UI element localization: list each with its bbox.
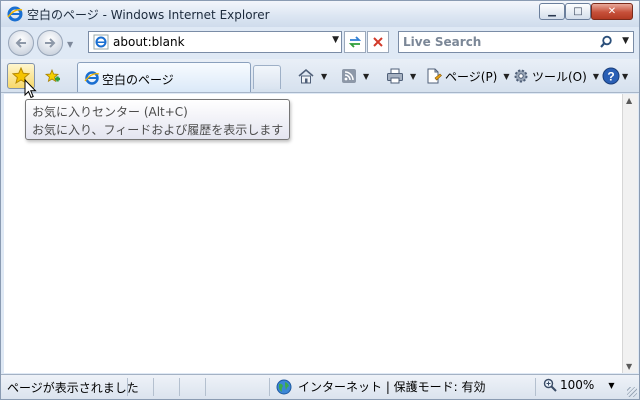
browser-window: 空白のページ - Windows Internet Explorer ▁ □ ✕…: [0, 0, 640, 400]
page-ie-icon: [93, 34, 109, 50]
tools-menu-button[interactable]: ツール(O) ▼: [513, 67, 599, 85]
address-bar[interactable]: about:blank ▼: [88, 31, 342, 53]
navigation-bar: ▼ about:blank ▼ Live Search ▼: [1, 27, 639, 59]
stop-button[interactable]: [367, 31, 389, 53]
search-box[interactable]: Live Search ▼: [398, 31, 634, 53]
tools-menu-label: ツール(O): [532, 69, 587, 84]
tab-label: 空白のページ: [102, 73, 174, 87]
address-dropdown-icon[interactable]: ▼: [332, 35, 339, 45]
status-bar: ページが表示されました インターネット | 保護モード: 有効 100% ▼: [1, 374, 639, 399]
search-placeholder: Live Search: [403, 35, 482, 49]
home-dropdown-icon[interactable]: ▼: [321, 72, 327, 81]
print-dropdown-icon[interactable]: ▼: [410, 72, 416, 81]
add-favorites-button[interactable]: [41, 65, 63, 87]
close-icon: ✕: [607, 6, 617, 17]
search-icon[interactable]: [599, 35, 613, 49]
add-favorite-icon: [44, 68, 60, 83]
globe-icon: [276, 379, 292, 394]
tab-blank-page[interactable]: 空白のページ: [77, 62, 251, 92]
help-icon: ?: [602, 67, 620, 85]
command-bar: 空白のページ ▼ ▼ ▼ ページ(P) ▼ ツール(O) ▼ ? ▼: [1, 59, 639, 93]
resize-grip[interactable]: [627, 387, 637, 397]
ie-logo-icon: [7, 6, 23, 22]
page-dropdown-icon[interactable]: ▼: [503, 72, 509, 81]
favorites-center-tooltip: お気に入りセンター (Alt+C) お気に入り、フィードおよび履歴を表示します: [25, 99, 290, 140]
status-separator: [535, 378, 536, 396]
zoom-control[interactable]: 100% ▼: [543, 378, 614, 392]
zone-label: インターネット | 保護モード: 有効: [298, 380, 486, 394]
caption-buttons: ▁ □ ✕: [539, 3, 633, 20]
minimize-button[interactable]: ▁: [539, 3, 565, 20]
rss-feed-icon: [342, 69, 356, 83]
page-icon: [427, 68, 442, 84]
security-zone[interactable]: インターネット | 保護モード: 有効: [276, 378, 486, 395]
page-menu-label: ページ(P): [445, 69, 498, 84]
title-bar[interactable]: 空白のページ - Windows Internet Explorer ▁ □ ✕: [1, 1, 639, 27]
svg-text:?: ?: [607, 70, 614, 84]
search-dropdown-icon[interactable]: ▼: [622, 36, 629, 46]
maximize-icon: □: [573, 6, 583, 17]
status-separator: [269, 378, 270, 396]
feeds-button[interactable]: ▼: [341, 67, 369, 85]
home-icon: [298, 68, 314, 84]
back-button[interactable]: [8, 30, 34, 56]
help-dropdown-icon[interactable]: ▼: [622, 72, 628, 81]
refresh-button[interactable]: [344, 31, 366, 53]
minimize-icon: ▁: [548, 6, 556, 17]
tools-dropdown-icon[interactable]: ▼: [593, 72, 599, 81]
vertical-scrollbar[interactable]: ▲ ▼: [622, 94, 638, 373]
print-button[interactable]: ▼: [386, 67, 416, 85]
status-separator: [127, 378, 128, 396]
page-menu-button[interactable]: ページ(P) ▼: [426, 67, 510, 85]
status-separator: [205, 378, 206, 396]
forward-arrow-icon: [45, 38, 56, 48]
status-separator: [153, 378, 154, 396]
tab-ie-icon: [84, 71, 100, 85]
address-url: about:blank: [113, 35, 185, 49]
stop-icon: [373, 37, 383, 47]
maximize-button[interactable]: □: [565, 3, 591, 20]
back-arrow-icon: [15, 38, 26, 48]
refresh-icon: [348, 36, 362, 48]
forward-button[interactable]: [37, 30, 63, 56]
window-title: 空白のページ - Windows Internet Explorer: [27, 8, 270, 22]
status-separator: [179, 378, 180, 396]
gear-icon: [514, 69, 528, 83]
scroll-up-icon[interactable]: ▲: [626, 96, 632, 105]
zoom-icon: [543, 378, 557, 392]
tooltip-description: お気に入り、フィードおよび履歴を表示します: [32, 123, 284, 137]
home-button[interactable]: ▼: [297, 67, 327, 85]
zoom-dropdown-icon[interactable]: ▼: [608, 381, 614, 390]
feeds-dropdown-icon[interactable]: ▼: [363, 72, 369, 81]
zoom-level: 100%: [560, 378, 595, 392]
scroll-down-icon[interactable]: ▼: [626, 362, 632, 371]
new-tab-button[interactable]: [253, 65, 281, 89]
history-dropdown-icon[interactable]: ▼: [67, 40, 73, 49]
close-button[interactable]: ✕: [591, 3, 633, 20]
mouse-cursor-icon: [24, 79, 37, 99]
tooltip-title: お気に入りセンター (Alt+C): [32, 105, 188, 119]
status-text: ページが表示されました: [7, 381, 139, 395]
help-button[interactable]: ? ▼: [602, 67, 628, 85]
printer-icon: [387, 68, 403, 84]
